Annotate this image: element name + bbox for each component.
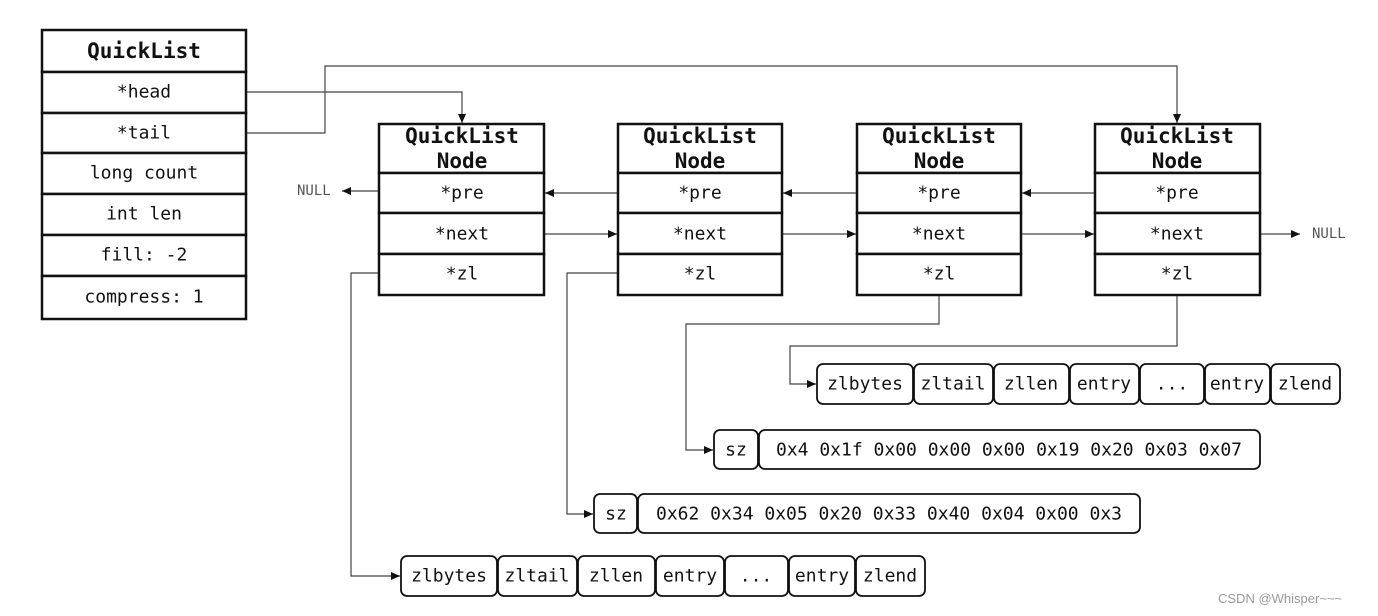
zl-zlbytes: zlbytes — [827, 374, 903, 395]
node1-zl-arrow — [350, 272, 400, 580]
compressed-bytes: 0x62 0x34 0x05 0x20 0x33 0x40 0x04 0x00 … — [656, 504, 1122, 525]
field-head: *head — [117, 82, 171, 103]
zl-zlbytes: zlbytes — [411, 566, 487, 587]
quicklist-title: QuickList — [87, 39, 201, 63]
ziplist-top: zlbytes zltail zllen entry ... entry zle… — [816, 363, 1341, 405]
node-title: Node — [914, 149, 965, 173]
field-pre: *pre — [917, 183, 960, 204]
zl-zllen: zllen — [1004, 374, 1058, 395]
zl-entry: entry — [1077, 374, 1131, 395]
node-title: QuickList — [405, 124, 519, 148]
zl-ellipsis: ... — [740, 566, 773, 587]
zl-zllen: zllen — [589, 566, 643, 587]
sz-label: sz — [605, 504, 627, 525]
sz-label: sz — [725, 440, 747, 461]
field-zl: *zl — [684, 264, 717, 285]
zl-entry: entry — [1210, 374, 1264, 395]
null-label-right: NULL — [1312, 226, 1346, 242]
node-title: Node — [1152, 149, 1203, 173]
ziplist-bottom: zlbytes zltail zllen entry ... entry zle… — [400, 555, 926, 597]
quicklist-struct: QuickList *head *tail long count int len… — [40, 28, 248, 321]
field-count: long count — [90, 163, 198, 184]
zl-entry: entry — [795, 566, 849, 587]
head-pointer-arrow — [246, 91, 466, 123]
field-len: int len — [106, 204, 182, 225]
field-pre: *pre — [1155, 183, 1198, 204]
zl-zlend: zlend — [863, 566, 917, 587]
zl-zltail: zltail — [504, 566, 569, 587]
field-next: *next — [435, 224, 489, 245]
quicklist-node-3: QuickList Node *pre *next *zl — [855, 122, 1023, 297]
watermark: CSDN @Whisper~~~ — [1218, 591, 1343, 606]
node-title: QuickList — [882, 124, 996, 148]
node-title: QuickList — [1120, 124, 1234, 148]
field-pre: *pre — [440, 183, 483, 204]
zl-zlend: zlend — [1278, 374, 1332, 395]
field-pre: *pre — [678, 183, 721, 204]
field-next: *next — [673, 224, 727, 245]
quicklist-node-4: QuickList Node *pre *next *zl — [1093, 122, 1262, 297]
compressed-ziplist-2: sz 0x62 0x34 0x05 0x20 0x33 0x40 0x04 0x… — [593, 493, 1141, 534]
quicklist-diagram: NULL NULL QuickList *head *tail long cou… — [40, 28, 1346, 606]
node-title: Node — [675, 149, 726, 173]
quicklist-node-1: QuickList Node *pre *next *zl — [377, 122, 546, 297]
zl-entry: entry — [663, 566, 717, 587]
field-compress: compress: 1 — [84, 287, 203, 308]
compressed-ziplist-1: sz 0x4 0x1f 0x00 0x00 0x00 0x19 0x20 0x0… — [713, 429, 1261, 470]
compressed-bytes: 0x4 0x1f 0x00 0x00 0x00 0x19 0x20 0x03 0… — [776, 440, 1242, 461]
zl-ellipsis: ... — [1156, 374, 1189, 395]
field-tail: *tail — [117, 123, 171, 144]
null-label-left: NULL — [297, 183, 331, 199]
field-zl: *zl — [446, 264, 479, 285]
field-next: *next — [912, 224, 966, 245]
node-title: QuickList — [643, 124, 757, 148]
zl-zltail: zltail — [920, 374, 985, 395]
field-zl: *zl — [1161, 264, 1194, 285]
field-fill: fill: -2 — [101, 245, 188, 266]
node-title: Node — [437, 149, 488, 173]
quicklist-node-2: QuickList Node *pre *next *zl — [616, 122, 784, 297]
field-zl: *zl — [923, 264, 956, 285]
node2-zl-arrow — [566, 272, 618, 518]
field-next: *next — [1150, 224, 1204, 245]
